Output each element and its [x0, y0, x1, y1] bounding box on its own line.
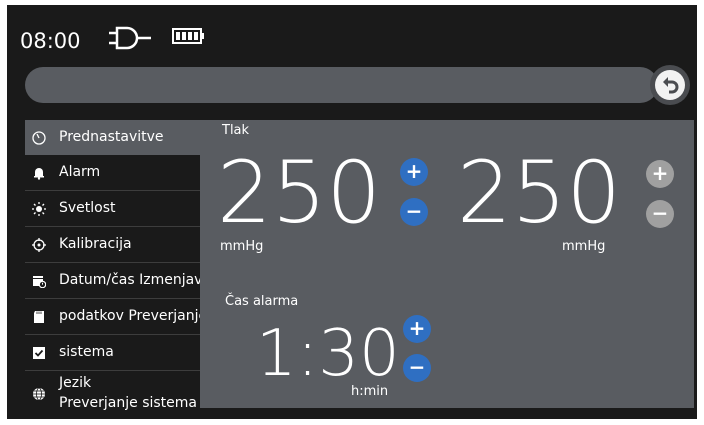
- battery-icon: [172, 28, 204, 44]
- settings-menu: Prednastavitve Alarm Svetlost Kalibracij…: [25, 120, 211, 417]
- checkbox-icon: [33, 347, 45, 359]
- back-icon: [655, 70, 685, 100]
- menu-item-label: Kalibracija: [59, 236, 132, 252]
- menu-item-label: Alarm: [59, 164, 101, 180]
- menu-item-system[interactable]: sistema: [25, 335, 200, 371]
- calendar-clock-icon: [33, 276, 46, 288]
- power-plug-icon: [109, 26, 151, 50]
- alarm-time-unit: h:min: [351, 384, 389, 399]
- menu-item-label: Prednastavitve: [59, 129, 164, 145]
- menu-item-brightness[interactable]: Svetlost: [25, 191, 200, 227]
- crosshair-icon: [32, 238, 46, 252]
- menu-item-data[interactable]: podatkov Preverjanje: [25, 299, 207, 335]
- pressure-left-minus-button[interactable]: −: [400, 198, 428, 226]
- pressure-left-plus-button[interactable]: +: [400, 158, 428, 186]
- menu-item-label: sistema: [59, 344, 114, 360]
- device-screen: 08:00 Prednastavitve Alarm Svetlost Kali…: [7, 5, 697, 419]
- pressure-right-minus-button[interactable]: −: [646, 200, 674, 228]
- menu-item-label: Datum/čas Izmenjava: [59, 272, 212, 288]
- menu-item-alarm[interactable]: Alarm: [25, 155, 200, 191]
- title-bar: [25, 67, 658, 103]
- brightness-icon: [32, 202, 46, 216]
- pressure-title: Tlak: [222, 123, 250, 138]
- alarm-time-plus-button[interactable]: +: [403, 315, 431, 343]
- menu-item-label-line1: Jezik: [59, 375, 92, 391]
- menu-item-label: Jezik Preverjanje sistema: [59, 373, 197, 413]
- pressure-right-value: 250: [457, 143, 622, 243]
- settings-panel: Tlak 250 mmHg + − 250 mmHg + − Čas alarm…: [200, 120, 694, 408]
- bell-icon: [34, 168, 44, 180]
- pressure-left-value: 250: [217, 143, 382, 243]
- menu-item-language[interactable]: Jezik Preverjanje sistema: [25, 371, 200, 417]
- clock-time: 08:00: [20, 29, 81, 53]
- back-button[interactable]: [650, 65, 690, 105]
- menu-item-calibration[interactable]: Kalibracija: [25, 227, 200, 263]
- pressure-left-unit: mmHg: [220, 239, 264, 254]
- menu-item-label: podatkov Preverjanje: [59, 308, 208, 324]
- menu-item-label-line2: Preverjanje sistema: [59, 395, 198, 411]
- pressure-right-unit: mmHg: [562, 239, 606, 254]
- alarm-time-value: 1:30: [256, 317, 400, 391]
- gauge-icon: [32, 131, 46, 145]
- globe-icon: [33, 387, 45, 401]
- menu-item-label: Svetlost: [59, 200, 116, 216]
- menu-item-presets[interactable]: Prednastavitve: [25, 120, 200, 155]
- alarm-time-minus-button[interactable]: −: [403, 354, 431, 382]
- pressure-right-plus-button[interactable]: +: [646, 160, 674, 188]
- alarm-time-title: Čas alarma: [225, 294, 299, 309]
- sd-card-icon: [34, 311, 44, 323]
- menu-item-date-time[interactable]: Datum/čas Izmenjava: [25, 263, 211, 299]
